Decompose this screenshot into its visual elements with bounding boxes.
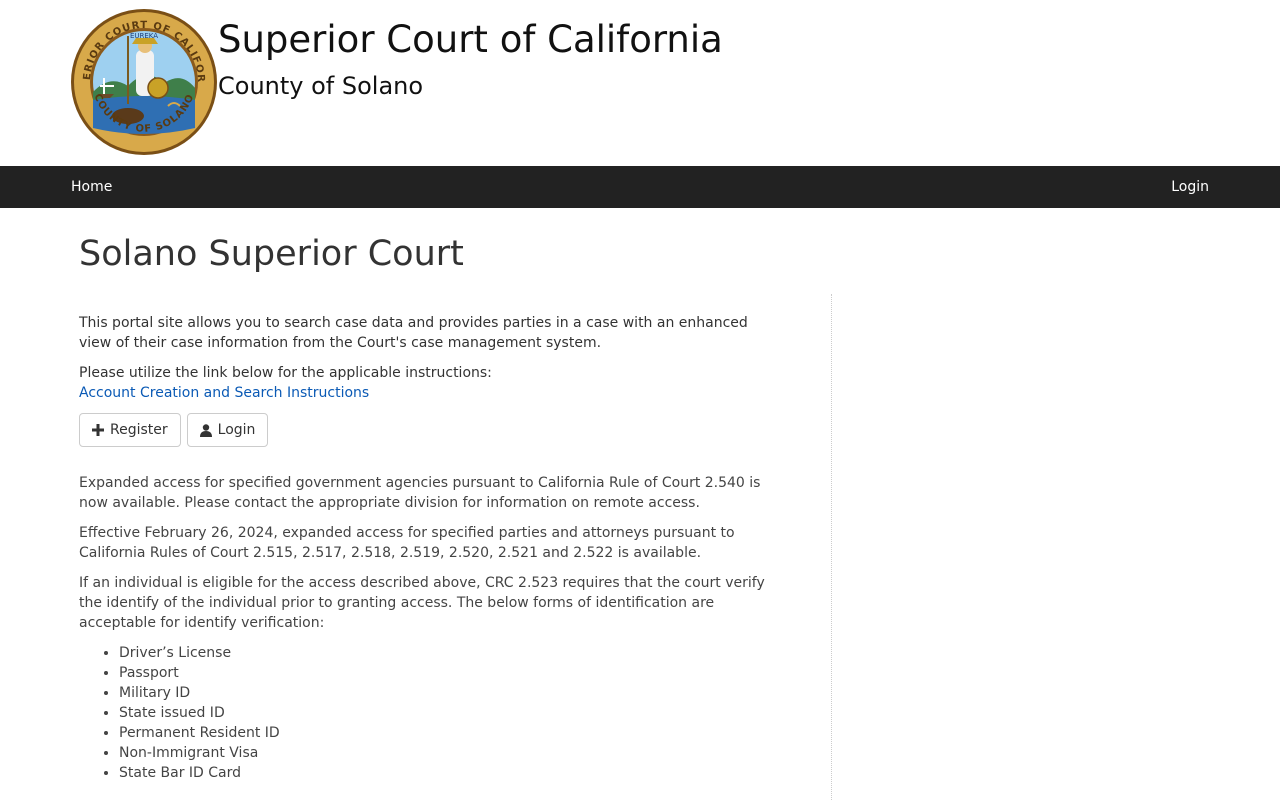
- top-navbar: Home Login: [0, 166, 1280, 208]
- plus-icon: [92, 424, 104, 436]
- register-button[interactable]: Register: [79, 413, 181, 447]
- list-item: Military ID: [119, 683, 779, 703]
- nav-home-link[interactable]: Home: [71, 178, 112, 196]
- user-icon: [199, 423, 212, 437]
- court-title: Superior Court of California: [218, 18, 723, 61]
- column-divider: [831, 294, 832, 800]
- instructions-block: Please utilize the link below for the ap…: [79, 363, 779, 403]
- list-item: State issued ID: [119, 703, 779, 723]
- effective-date-paragraph: Effective February 26, 2024, expanded ac…: [79, 525, 735, 561]
- list-item: Non-Immigrant Visa: [119, 743, 779, 763]
- intro-paragraph: This portal site allows you to search ca…: [79, 315, 748, 351]
- list-item: Permanent Resident ID: [119, 723, 779, 743]
- main-content: This portal site allows you to search ca…: [79, 313, 779, 793]
- court-subtitle: County of Solano: [218, 72, 424, 100]
- auth-button-row: Register Login: [79, 413, 779, 447]
- list-item: State Bar ID Card: [119, 763, 779, 783]
- seal-motto: EUREKA: [130, 32, 158, 40]
- list-item: Driver’s License: [119, 643, 779, 663]
- register-button-label: Register: [110, 422, 168, 438]
- page-title: Solano Superior Court: [79, 234, 464, 274]
- instructions-label: Please utilize the link below for the ap…: [79, 365, 492, 381]
- eligibility-paragraph: If an individual is eligible for the acc…: [79, 575, 765, 631]
- nav-login-link[interactable]: Login: [1171, 178, 1209, 196]
- list-item: Passport: [119, 663, 779, 683]
- site-header: SUPERIOR COURT OF CALIFORNIA COUNTY OF S…: [0, 0, 1280, 166]
- login-button[interactable]: Login: [186, 413, 269, 447]
- instructions-link[interactable]: Account Creation and Search Instructions: [79, 385, 369, 401]
- id-forms-list: Driver’s License Passport Military ID St…: [119, 643, 779, 783]
- county-seal-logo: SUPERIOR COURT OF CALIFORNIA COUNTY OF S…: [70, 8, 217, 155]
- login-button-label: Login: [217, 422, 256, 438]
- gov-access-paragraph: Expanded access for specified government…: [79, 475, 761, 511]
